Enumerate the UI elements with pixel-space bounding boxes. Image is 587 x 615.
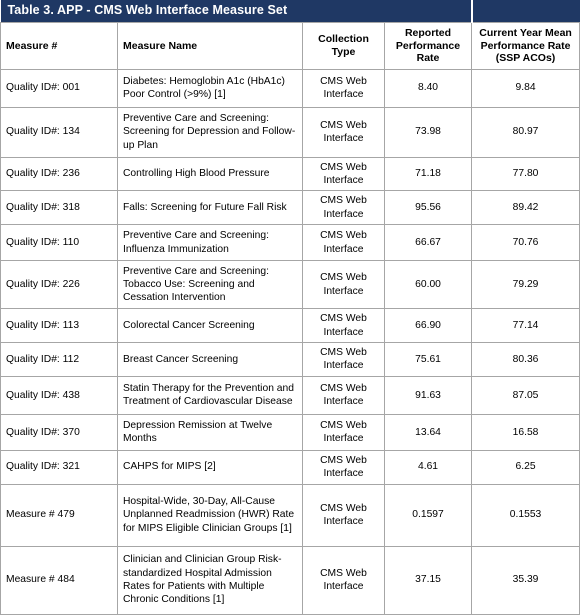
reported-rate-cell: 91.63 <box>383 375 473 415</box>
current-year-mean-rate-cell: 70.76 <box>471 224 581 262</box>
table-header-row: Measure # Measure Name Collection Type Re… <box>0 22 581 70</box>
current-year-mean-rate-cell: 80.36 <box>471 341 581 377</box>
collection-type-cell: CMS Web Interface <box>302 190 385 226</box>
collection-type-cell: CMS Web Interface <box>302 375 385 415</box>
reported-rate-cell: 73.98 <box>383 106 473 158</box>
cms-web-interface-measure-table: Table 3. APP - CMS Web Interface Measure… <box>0 0 581 615</box>
table-body: Quality ID#: 001 Diabetes: Hemoglobin A1c… <box>0 68 581 615</box>
measure-name-cell: CAHPS for MIPS [2] <box>117 449 303 485</box>
measure-id-cell: Quality ID#: 226 <box>0 260 118 310</box>
current-year-mean-rate-cell: 87.05 <box>471 375 581 415</box>
reported-rate-cell: 0.1597 <box>383 483 473 547</box>
measure-id-cell: Quality ID#: 112 <box>0 341 118 377</box>
collection-type-cell: CMS Web Interface <box>302 260 385 310</box>
reported-rate-cell: 8.40 <box>383 68 473 108</box>
current-year-mean-rate-cell: 16.58 <box>471 413 581 451</box>
collection-type-cell: CMS Web Interface <box>302 224 385 262</box>
measure-name-cell: Hospital-Wide, 30-Day, All-Cause Unplann… <box>117 483 303 547</box>
current-year-mean-rate-cell: 0.1553 <box>471 483 581 547</box>
measure-name-cell: Falls: Screening for Future Fall Risk <box>117 190 303 226</box>
measure-name-cell: Preventive Care and Screening: Tobacco U… <box>117 260 303 310</box>
current-year-mean-rate-cell: 9.84 <box>471 68 581 108</box>
table-row: Quality ID#: 318 Falls: Screening for Fut… <box>0 190 581 226</box>
measure-name-cell: Controlling High Blood Pressure <box>117 156 303 192</box>
measure-name-cell: Diabetes: Hemoglobin A1c (HbA1c) Poor Co… <box>117 68 303 108</box>
measure-name-cell: Breast Cancer Screening <box>117 341 303 377</box>
table-row: Quality ID#: 236 Controlling High Blood P… <box>0 156 581 192</box>
collection-type-cell: CMS Web Interface <box>302 413 385 451</box>
reported-rate-cell: 95.56 <box>383 190 473 226</box>
collection-type-cell: CMS Web Interface <box>302 545 385 615</box>
reported-rate-cell: 4.61 <box>383 449 473 485</box>
measure-name-cell: Statin Therapy for the Prevention and Tr… <box>117 375 303 415</box>
table-row: Quality ID#: 226 Preventive Care and Scre… <box>0 260 581 310</box>
collection-type-cell: CMS Web Interface <box>302 341 385 377</box>
table-row: Measure # 484 Clinician and Clinician Gro… <box>0 545 581 615</box>
current-year-mean-rate-cell: 6.25 <box>471 449 581 485</box>
measure-id-cell: Quality ID#: 113 <box>0 308 118 343</box>
table-row: Quality ID#: 321 CAHPS for MIPS [2] CMS We… <box>0 449 581 485</box>
table-row: Quality ID#: 001 Diabetes: Hemoglobin A1c… <box>0 68 581 108</box>
column-header-measure-id: Measure # <box>0 22 118 70</box>
table-title-filler <box>471 0 580 23</box>
table-row: Quality ID#: 112 Breast Cancer Screening C… <box>0 341 581 377</box>
reported-rate-cell: 37.15 <box>383 545 473 615</box>
reported-rate-cell: 66.90 <box>383 308 473 343</box>
collection-type-cell: CMS Web Interface <box>302 449 385 485</box>
measure-id-cell: Measure # 479 <box>0 483 118 547</box>
current-year-mean-rate-cell: 35.39 <box>471 545 581 615</box>
current-year-mean-rate-cell: 89.42 <box>471 190 581 226</box>
measure-id-cell: Quality ID#: 370 <box>0 413 118 451</box>
measure-id-cell: Quality ID#: 001 <box>0 68 118 108</box>
measure-id-cell: Quality ID#: 236 <box>0 156 118 192</box>
measure-id-cell: Quality ID#: 134 <box>0 106 118 158</box>
reported-rate-cell: 13.64 <box>383 413 473 451</box>
measure-id-cell: Quality ID#: 110 <box>0 224 118 262</box>
measure-name-cell: Preventive Care and Screening: Influenza… <box>117 224 303 262</box>
measure-id-cell: Quality ID#: 321 <box>0 449 118 485</box>
measure-name-cell: Depression Remission at Twelve Months <box>117 413 303 451</box>
table-row: Quality ID#: 134 Preventive Care and Scre… <box>0 106 581 158</box>
table-head: Table 3. APP - CMS Web Interface Measure… <box>0 0 581 70</box>
current-year-mean-rate-cell: 77.14 <box>471 308 581 343</box>
table-row: Quality ID#: 113 Colorectal Cancer Screen… <box>0 308 581 343</box>
current-year-mean-rate-cell: 77.80 <box>471 156 581 192</box>
collection-type-cell: CMS Web Interface <box>302 483 385 547</box>
reported-rate-cell: 60.00 <box>383 260 473 310</box>
reported-rate-cell: 75.61 <box>383 341 473 377</box>
table-row: Quality ID#: 110 Preventive Care and Scre… <box>0 224 581 262</box>
current-year-mean-rate-cell: 79.29 <box>471 260 581 310</box>
table-row: Quality ID#: 438 Statin Therapy for the P… <box>0 375 581 415</box>
measure-id-cell: Measure # 484 <box>0 545 118 615</box>
table-title: Table 3. APP - CMS Web Interface Measure… <box>0 0 473 23</box>
table-title-row: Table 3. APP - CMS Web Interface Measure… <box>0 0 580 23</box>
table-row: Quality ID#: 370 Depression Remission at … <box>0 413 581 451</box>
column-header-current-year-mean-performance-rate: Current Year Mean Performance Rate (SSP AC… <box>471 22 581 70</box>
measure-id-cell: Quality ID#: 438 <box>0 375 118 415</box>
collection-type-cell: CMS Web Interface <box>302 308 385 343</box>
collection-type-cell: CMS Web Interface <box>302 68 385 108</box>
reported-rate-cell: 66.67 <box>383 224 473 262</box>
table-row: Measure # 479 Hospital-Wide, 30-Day, All-… <box>0 483 581 547</box>
reported-rate-cell: 71.18 <box>383 156 473 192</box>
current-year-mean-rate-cell: 80.97 <box>471 106 581 158</box>
column-header-reported-performance-rate: Reported Performance Rate <box>383 22 473 70</box>
column-header-measure-name: Measure Name <box>117 22 303 70</box>
measure-id-cell: Quality ID#: 318 <box>0 190 118 226</box>
collection-type-cell: CMS Web Interface <box>302 106 385 158</box>
measure-name-cell: Clinician and Clinician Group Risk-stand… <box>117 545 303 615</box>
collection-type-cell: CMS Web Interface <box>302 156 385 192</box>
column-header-collection-type: Collection Type <box>302 22 385 70</box>
measure-name-cell: Preventive Care and Screening: Screening… <box>117 106 303 158</box>
measure-name-cell: Colorectal Cancer Screening <box>117 308 303 343</box>
table-container: Table 3. APP - CMS Web Interface Measure… <box>0 0 587 615</box>
